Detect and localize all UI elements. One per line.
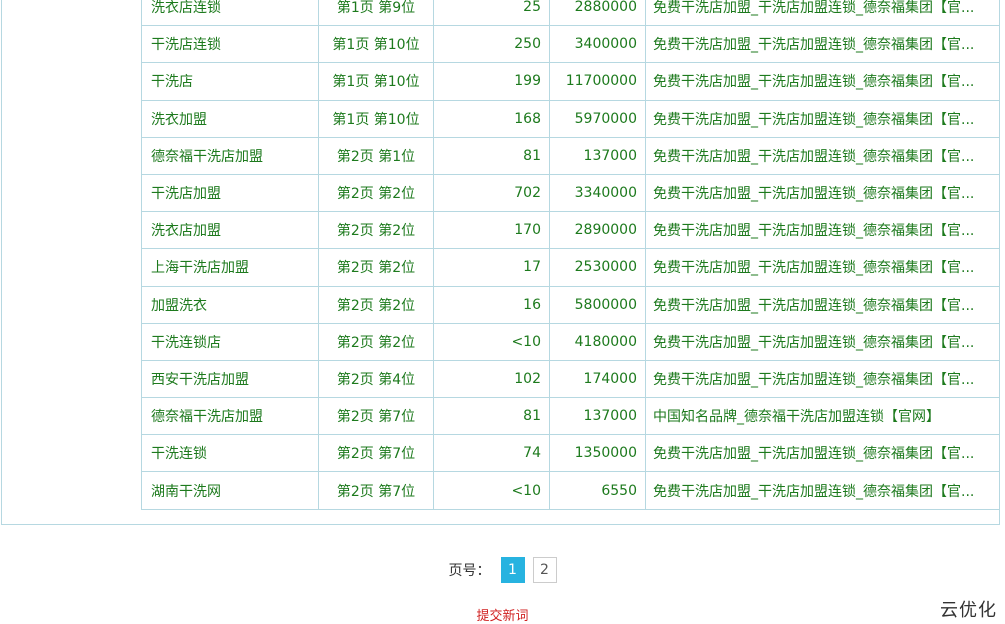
keyword-cell: 加盟洗衣 bbox=[141, 285, 319, 324]
result-count-cell: 5970000 bbox=[549, 99, 646, 138]
keyword-cell: 德奈福干洗店加盟 bbox=[141, 397, 319, 436]
result-count-cell: 4180000 bbox=[549, 322, 646, 361]
page-title-cell: 免费干洗店加盟_干洗店加盟连锁_德奈福集团【官... bbox=[645, 434, 1000, 473]
page-title-cell: 免费干洗店加盟_干洗店加盟连锁_德奈福集团【官... bbox=[645, 99, 1000, 138]
table-row: 加盟洗衣 第2页 第2位 16 5800000 免费干洗店加盟_干洗店加盟连锁_德奈福集… bbox=[141, 285, 1000, 324]
table-row: 洗衣店连锁 第1页 第9位 25 2880000 免费干洗店加盟_干洗店加盟连锁_德奈福… bbox=[141, 0, 1000, 27]
brand-watermark: 云优化 bbox=[940, 600, 997, 621]
rank-position-cell: 第1页 第10位 bbox=[318, 25, 434, 64]
pagination: 页号： 1 2 bbox=[0, 556, 1005, 584]
rank-position-cell: 第1页 第10位 bbox=[318, 62, 434, 101]
page-title-cell: 免费干洗店加盟_干洗店加盟连锁_德奈福集团【官... bbox=[645, 62, 1000, 101]
search-index-cell: 170 bbox=[433, 211, 550, 250]
keyword-cell: 干洗店加盟 bbox=[141, 173, 319, 213]
result-count-cell: 3340000 bbox=[549, 173, 646, 213]
search-index-cell: <10 bbox=[433, 322, 550, 361]
rank-position-cell: 第2页 第7位 bbox=[318, 397, 434, 436]
table-row: 上海干洗店加盟 第2页 第2位 17 2530000 免费干洗店加盟_干洗店加盟连锁_德… bbox=[141, 248, 1000, 287]
rank-position-cell: 第2页 第1位 bbox=[318, 136, 434, 175]
keyword-rank-table-body: 洗衣店连锁 第1页 第9位 25 2880000 免费干洗店加盟_干洗店加盟连锁_德奈福… bbox=[141, 0, 1000, 510]
rank-position-cell: 第2页 第7位 bbox=[318, 434, 434, 473]
search-index-cell: <10 bbox=[433, 471, 550, 510]
submit-new-keyword-link[interactable]: 提交新词 bbox=[0, 605, 1005, 624]
search-index-cell: 74 bbox=[433, 434, 550, 473]
table-row: 洗衣加盟 第1页 第10位 168 5970000 免费干洗店加盟_干洗店加盟连锁_德奈… bbox=[141, 99, 1000, 138]
rank-position-cell: 第2页 第4位 bbox=[318, 359, 434, 399]
page-title-cell: 免费干洗店加盟_干洗店加盟连锁_德奈福集团【官... bbox=[645, 471, 1000, 510]
keyword-cell: 上海干洗店加盟 bbox=[141, 248, 319, 287]
keyword-cell: 干洗店 bbox=[141, 62, 319, 101]
page-title-cell: 免费干洗店加盟_干洗店加盟连锁_德奈福集团【官... bbox=[645, 248, 1000, 287]
search-index-cell: 81 bbox=[433, 136, 550, 175]
keyword-cell: 德奈福干洗店加盟 bbox=[141, 136, 319, 175]
keyword-cell: 湖南干洗网 bbox=[141, 471, 319, 510]
keyword-cell: 洗衣店连锁 bbox=[141, 0, 319, 27]
table-row: 德奈福干洗店加盟 第2页 第1位 81 137000 免费干洗店加盟_干洗店加盟连锁_德… bbox=[141, 136, 1000, 175]
page-title-cell: 免费干洗店加盟_干洗店加盟连锁_德奈福集团【官... bbox=[645, 285, 1000, 324]
search-index-cell: 199 bbox=[433, 62, 550, 101]
result-count-cell: 6550 bbox=[549, 471, 646, 510]
keyword-cell: 干洗连锁店 bbox=[141, 322, 319, 361]
table-row: 西安干洗店加盟 第2页 第4位 102 174000 免费干洗店加盟_干洗店加盟连锁_德… bbox=[141, 359, 1000, 399]
search-index-cell: 25 bbox=[433, 0, 550, 27]
result-count-cell: 2530000 bbox=[549, 248, 646, 287]
table-row: 德奈福干洗店加盟 第2页 第7位 81 137000 中国知名品牌_德奈福干洗店加盟连锁… bbox=[141, 397, 1000, 436]
keyword-cell: 洗衣加盟 bbox=[141, 99, 319, 138]
result-count-cell: 5800000 bbox=[549, 285, 646, 324]
result-count-cell: 137000 bbox=[549, 136, 646, 175]
search-index-cell: 81 bbox=[433, 397, 550, 436]
page-title-cell: 免费干洗店加盟_干洗店加盟连锁_德奈福集团【官... bbox=[645, 173, 1000, 213]
rank-position-cell: 第2页 第7位 bbox=[318, 471, 434, 510]
page-title-cell: 免费干洗店加盟_干洗店加盟连锁_德奈福集团【官... bbox=[645, 25, 1000, 64]
rank-position-cell: 第1页 第10位 bbox=[318, 99, 434, 138]
result-count-cell: 11700000 bbox=[549, 62, 646, 101]
rank-position-cell: 第2页 第2位 bbox=[318, 285, 434, 324]
page-button-1[interactable]: 1 bbox=[500, 557, 525, 583]
search-index-cell: 250 bbox=[433, 25, 550, 64]
search-index-cell: 17 bbox=[433, 248, 550, 287]
table-row: 洗衣店加盟 第2页 第2位 170 2890000 免费干洗店加盟_干洗店加盟连锁_德奈… bbox=[141, 211, 1000, 250]
rank-position-cell: 第2页 第2位 bbox=[318, 211, 434, 250]
search-index-cell: 16 bbox=[433, 285, 550, 324]
table-row: 干洗店连锁 第1页 第10位 250 3400000 免费干洗店加盟_干洗店加盟连锁_德… bbox=[141, 25, 1000, 64]
result-count-cell: 137000 bbox=[549, 397, 646, 436]
result-count-cell: 2880000 bbox=[549, 0, 646, 27]
page-title-cell: 免费干洗店加盟_干洗店加盟连锁_德奈福集团【官... bbox=[645, 359, 1000, 399]
result-count-cell: 2890000 bbox=[549, 211, 646, 250]
search-index-cell: 102 bbox=[433, 359, 550, 399]
keyword-cell: 干洗连锁 bbox=[141, 434, 319, 473]
keyword-cell: 干洗店连锁 bbox=[141, 25, 319, 64]
result-count-cell: 3400000 bbox=[549, 25, 646, 64]
table-row: 干洗店 第1页 第10位 199 11700000 免费干洗店加盟_干洗店加盟连锁_德奈… bbox=[141, 62, 1000, 101]
page-title-cell: 免费干洗店加盟_干洗店加盟连锁_德奈福集团【官... bbox=[645, 136, 1000, 175]
keyword-cell: 洗衣店加盟 bbox=[141, 211, 319, 250]
rank-position-cell: 第2页 第2位 bbox=[318, 173, 434, 213]
search-index-cell: 702 bbox=[433, 173, 550, 213]
keyword-rank-table: 洗衣店连锁 第1页 第9位 25 2880000 免费干洗店加盟_干洗店加盟连锁_德奈福… bbox=[141, 0, 1000, 510]
keyword-cell: 西安干洗店加盟 bbox=[141, 359, 319, 399]
pager-label: 页号： bbox=[448, 563, 491, 579]
page-button-2[interactable]: 2 bbox=[532, 557, 557, 583]
page-title-cell: 免费干洗店加盟_干洗店加盟连锁_德奈福集团【官... bbox=[645, 322, 1000, 361]
result-count-cell: 174000 bbox=[549, 359, 646, 399]
page-title-cell: 免费干洗店加盟_干洗店加盟连锁_德奈福集团【官... bbox=[645, 211, 1000, 250]
result-count-cell: 1350000 bbox=[549, 434, 646, 473]
table-row: 湖南干洗网 第2页 第7位 <10 6550 免费干洗店加盟_干洗店加盟连锁_德奈福集团… bbox=[141, 471, 1000, 510]
rank-position-cell: 第1页 第9位 bbox=[318, 0, 434, 27]
search-index-cell: 168 bbox=[433, 99, 550, 138]
page-title-cell: 中国知名品牌_德奈福干洗店加盟连锁【官网】 bbox=[645, 397, 1000, 436]
table-row: 干洗连锁 第2页 第7位 74 1350000 免费干洗店加盟_干洗店加盟连锁_德奈福集… bbox=[141, 434, 1000, 473]
rank-position-cell: 第2页 第2位 bbox=[318, 322, 434, 361]
table-row: 干洗店加盟 第2页 第2位 702 3340000 免费干洗店加盟_干洗店加盟连锁_德奈… bbox=[141, 173, 1000, 213]
rank-position-cell: 第2页 第2位 bbox=[318, 248, 434, 287]
page-title-cell: 免费干洗店加盟_干洗店加盟连锁_德奈福集团【官... bbox=[645, 0, 1000, 27]
table-row: 干洗连锁店 第2页 第2位 <10 4180000 免费干洗店加盟_干洗店加盟连锁_德奈… bbox=[141, 322, 1000, 361]
